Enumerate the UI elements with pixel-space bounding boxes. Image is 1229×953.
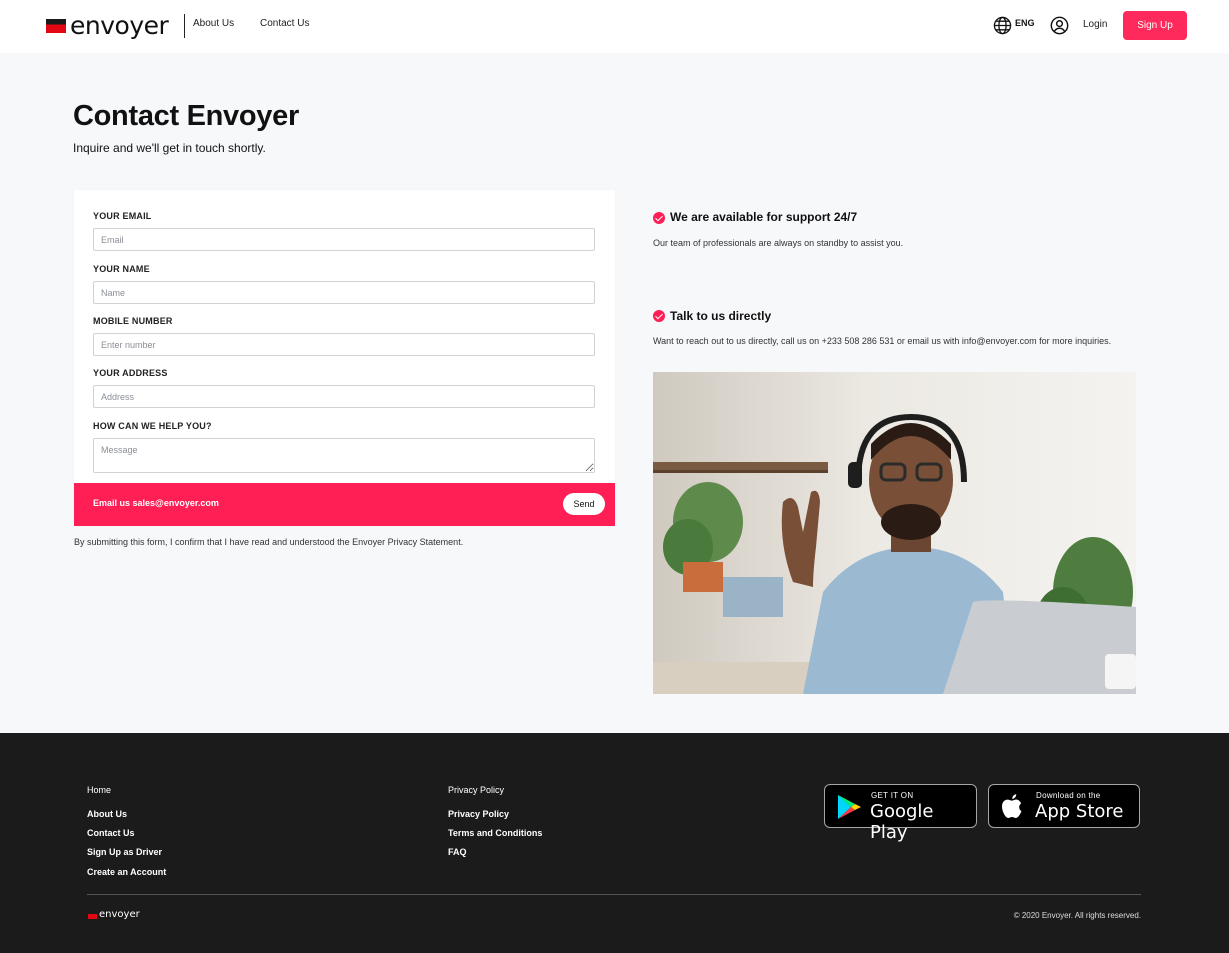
google-play-big-text: Google Play [870,801,934,843]
footer-privacy-heading[interactable]: Privacy Policy [448,785,504,795]
google-play-small-text: GET IT ON [871,791,914,800]
logo-flag-icon [88,914,97,919]
footer-privacy-link[interactable]: Privacy Policy [448,809,509,819]
login-link[interactable]: Login [1083,19,1107,30]
message-field[interactable] [93,438,595,473]
page-subtitle: Inquire and we'll get in touch shortly. [73,141,266,155]
user-account-icon[interactable] [1050,16,1069,35]
mobile-label: MOBILE NUMBER [93,316,173,326]
mobile-field[interactable] [93,333,595,356]
direct-title: Talk to us directly [670,309,772,323]
name-field[interactable] [93,281,595,304]
footer-brand-name: envoyer [99,909,140,920]
privacy-statement: By submitting this form, I confirm that … [74,537,464,547]
app-store-small-text: Download on the [1036,791,1101,800]
email-label: YOUR EMAIL [93,211,152,221]
nav-about-link[interactable]: About Us [193,18,234,29]
support-agent-photo [653,372,1136,694]
form-submit-bar: Email us sales@envoyer.com Send [74,483,615,526]
footer-create-account-link[interactable]: Create an Account [87,867,166,877]
footer-faq-link[interactable]: FAQ [448,847,467,857]
support-title: We are available for support 24/7 [670,210,858,224]
email-field[interactable] [93,228,595,251]
page-title: Contact Envoyer [73,100,299,132]
direct-text: Want to reach out to us directly, call u… [653,336,1112,346]
footer-contact-link[interactable]: Contact Us [87,828,135,838]
footer-terms-link[interactable]: Terms and Conditions [448,828,542,838]
send-button[interactable]: Send [563,493,605,515]
brand-name: envoyer [70,11,169,40]
app-store-big-text: App Store [1035,801,1124,822]
language-selector[interactable]: ENG [993,16,1035,35]
copyright-text: © 2020 Envoyer. All rights reserved. [1013,911,1141,920]
footer-about-link[interactable]: About Us [87,809,127,819]
logo-flag-icon [46,19,66,33]
check-circle-icon [653,212,665,224]
nav-contact-link[interactable]: Contact Us [260,18,309,29]
contact-form: YOUR EMAIL YOUR NAME MOBILE NUMBER YOUR … [74,190,615,526]
brand-logo[interactable]: envoyer [46,11,169,40]
footer-divider [87,894,1141,895]
support-text: Our team of professionals are always on … [653,238,904,248]
globe-icon [993,16,1012,35]
nav-divider [184,14,185,38]
footer-driver-signup-link[interactable]: Sign Up as Driver [87,847,162,857]
google-play-icon [838,795,861,819]
apple-icon [1002,794,1022,818]
google-play-badge[interactable]: GET IT ON Google Play [824,784,977,843]
check-circle-icon [653,310,665,322]
address-label: YOUR ADDRESS [93,368,168,378]
footer-logo[interactable]: envoyer [88,909,140,920]
language-code: ENG [1015,18,1035,28]
footer-home-link[interactable]: Home [87,785,111,795]
message-label: HOW CAN WE HELP YOU? [93,421,212,431]
email-us-text: Email us sales@envoyer.com [93,498,219,508]
name-label: YOUR NAME [93,264,150,274]
top-nav-bar: envoyer About Us Contact Us ENG Login Si… [0,0,1229,53]
app-store-badge[interactable]: Download on the App Store [988,784,1140,828]
address-field[interactable] [93,385,595,408]
signup-button[interactable]: Sign Up [1123,11,1187,40]
site-footer: Home About Us Contact Us Sign Up as Driv… [0,733,1229,953]
